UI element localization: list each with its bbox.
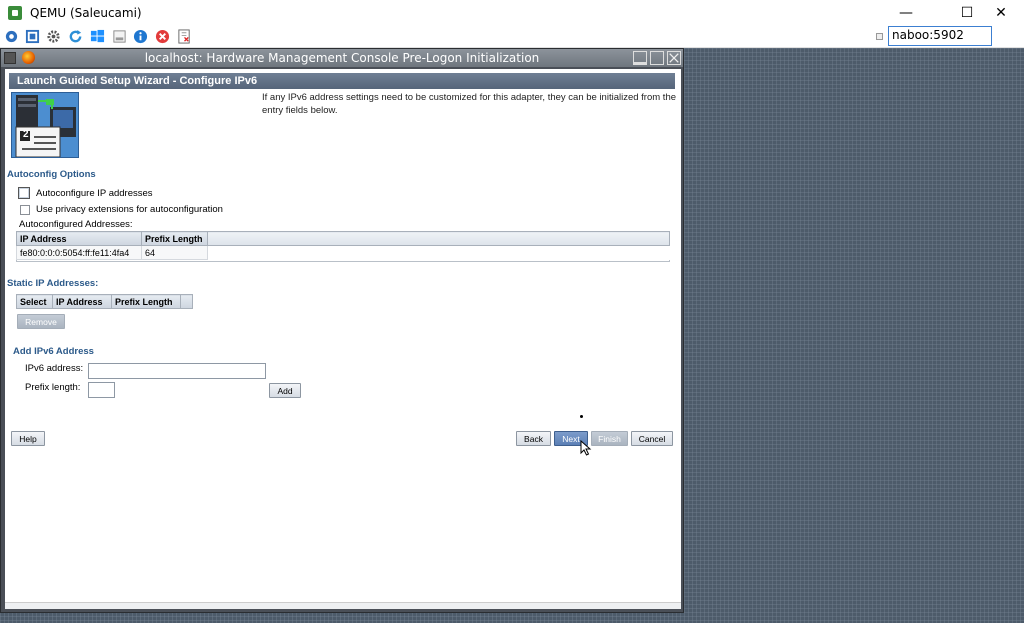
- intro-text: If any IPv6 address settings need to be …: [262, 92, 677, 116]
- minimize-button[interactable]: —: [883, 0, 929, 25]
- clipboard-icon[interactable]: [112, 29, 127, 44]
- privacy-extensions-label: Use privacy extensions for autoconfigura…: [36, 204, 223, 215]
- column-header[interactable]: Prefix Length: [111, 294, 181, 309]
- ip-address-cell: fe80:0:0:0:5054:ff:fe11:4fa4: [16, 245, 142, 260]
- autoconfigure-row[interactable]: Autoconfigure IP addresses: [18, 187, 153, 199]
- info-icon[interactable]: [133, 29, 148, 44]
- column-header[interactable]: IP Address: [52, 294, 112, 309]
- gear-icon[interactable]: [46, 29, 61, 44]
- guest-titlebar: localhost: Hardware Management Console P…: [1, 49, 683, 67]
- cancel-button[interactable]: Cancel: [631, 431, 673, 446]
- qemu-titlebar: QEMU (Saleucami) — ☐ ✕: [0, 0, 1024, 25]
- qemu-window-title: QEMU (Saleucami): [30, 5, 142, 20]
- help-button[interactable]: Help: [11, 431, 45, 446]
- wizard-header: Launch Guided Setup Wizard - Configure I…: [9, 73, 675, 89]
- close-button[interactable]: ✕: [978, 0, 1024, 25]
- status-strip: [5, 602, 681, 609]
- column-header[interactable]: Prefix Length: [141, 231, 208, 246]
- column-header[interactable]: IP Address: [16, 231, 142, 246]
- server-illustration: [12, 93, 78, 157]
- empty-cell: [207, 245, 670, 260]
- mouse-cursor-icon: [580, 440, 592, 456]
- guest-maximize-button[interactable]: [650, 51, 664, 65]
- privacy-extensions-checkbox[interactable]: [20, 204, 30, 215]
- autoconfigure-label: Autoconfigure IP addresses: [36, 187, 153, 199]
- prefix-length-label: Prefix length:: [25, 382, 81, 393]
- finish-button[interactable]: Finish: [591, 431, 628, 446]
- autoconfigure-checkbox[interactable]: [18, 187, 30, 199]
- back-button[interactable]: Back: [516, 431, 551, 446]
- privacy-extensions-row[interactable]: Use privacy extensions for autoconfigura…: [20, 204, 223, 215]
- plugin-icon[interactable]: [4, 29, 19, 44]
- column-header[interactable]: Select: [16, 294, 53, 309]
- ipv6-address-label: IPv6 address:: [25, 363, 84, 374]
- table-header-row: Select IP Address Prefix Length: [16, 294, 193, 309]
- host-input[interactable]: naboo:5902: [888, 26, 992, 46]
- remove-button[interactable]: Remove: [17, 314, 65, 329]
- refresh-icon[interactable]: [68, 29, 83, 44]
- stray-dot: [580, 415, 583, 418]
- static-table: Select IP Address Prefix Length: [16, 294, 193, 309]
- prefix-length-input[interactable]: [88, 382, 115, 398]
- qemu-toolbar: [0, 25, 1024, 48]
- wizard-content: Launch Guided Setup Wizard - Configure I…: [5, 69, 681, 602]
- guest-window: localhost: Hardware Management Console P…: [0, 48, 684, 613]
- disconnect-icon[interactable]: [155, 29, 170, 44]
- host-field-marker: [876, 33, 883, 40]
- guest-window-title: localhost: Hardware Management Console P…: [144, 51, 540, 65]
- server-graphic: 2: [11, 92, 79, 158]
- static-section-title: Static IP Addresses:: [7, 278, 99, 289]
- prefix-length-cell: 64: [141, 245, 208, 260]
- guest-close-button[interactable]: [667, 51, 681, 65]
- ipv6-address-input[interactable]: [88, 363, 266, 379]
- send-keys-icon[interactable]: [177, 29, 192, 44]
- guest-minimize-button[interactable]: [633, 51, 647, 65]
- table-row[interactable]: fe80:0:0:0:5054:ff:fe11:4fa4 64: [16, 245, 670, 260]
- autoconfigured-addresses-label: Autoconfigured Addresses:: [19, 219, 133, 230]
- column-header-filler: [207, 231, 670, 246]
- column-header-filler: [180, 294, 193, 309]
- table-header-row: IP Address Prefix Length: [16, 231, 670, 246]
- add-button[interactable]: Add: [269, 383, 301, 398]
- windows-icon[interactable]: [90, 29, 105, 44]
- qemu-app-icon: [8, 5, 22, 20]
- fullscreen-icon[interactable]: [25, 29, 40, 44]
- autoconfig-table: IP Address Prefix Length fe80:0:0:0:5054…: [16, 231, 670, 260]
- add-ipv6-section-title: Add IPv6 Address: [13, 346, 94, 357]
- autoconfig-section-title: Autoconfig Options: [7, 169, 96, 180]
- graphic-step-number: 2: [23, 129, 29, 140]
